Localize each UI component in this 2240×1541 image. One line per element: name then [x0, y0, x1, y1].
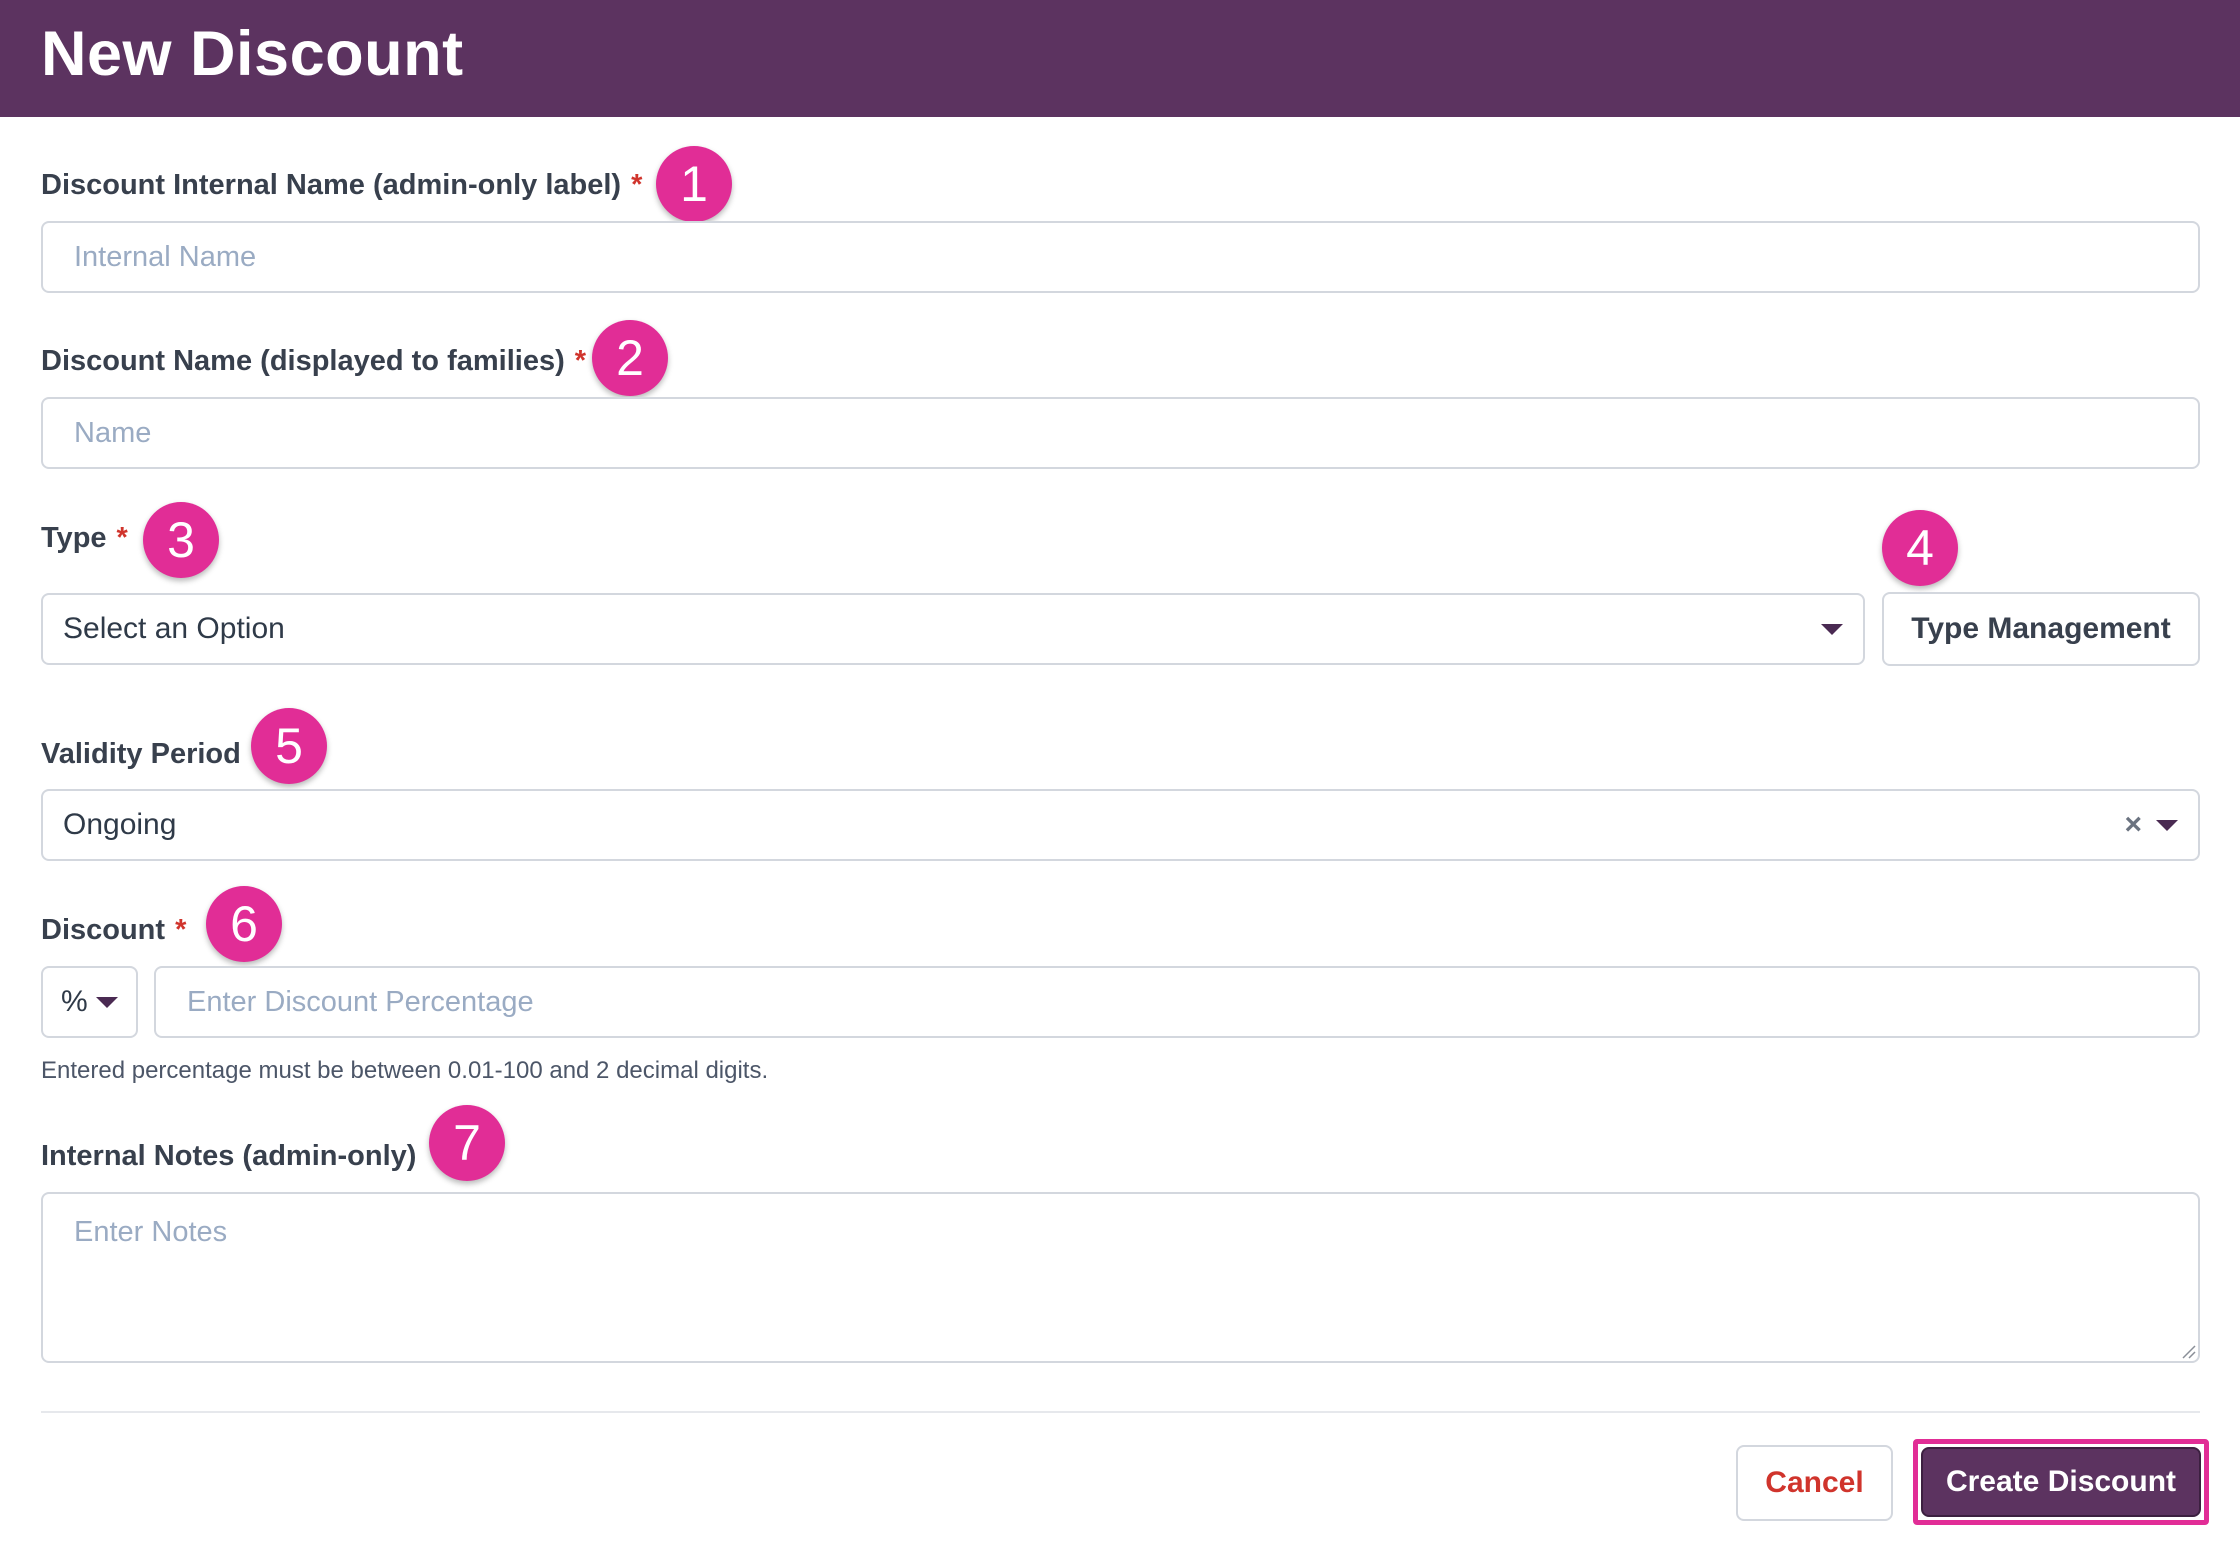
discount-label-text: Discount	[41, 914, 166, 946]
discount-unit-select[interactable]: %	[41, 966, 138, 1038]
internal-name-label-text: Discount Internal Name (admin-only label…	[41, 169, 622, 201]
required-asterisk: *	[175, 914, 187, 946]
internal-notes-textarea[interactable]	[41, 1192, 2200, 1363]
type-select-value: Select an Option	[63, 612, 285, 645]
page-title: New Discount	[41, 19, 464, 89]
chevron-down-icon	[1821, 623, 1843, 635]
internal-name-label: Discount Internal Name (admin-only label…	[41, 169, 642, 202]
step-badge-2: 2	[592, 320, 668, 396]
validity-period-label: Validity Period	[41, 738, 241, 770]
type-select[interactable]: Select an Option	[41, 593, 1865, 665]
footer-divider	[41, 1411, 2200, 1413]
type-management-button[interactable]: Type Management	[1882, 592, 2200, 666]
create-discount-button[interactable]: Create Discount	[1921, 1447, 2201, 1517]
internal-name-input[interactable]	[41, 221, 2200, 293]
type-label-text: Type	[41, 522, 107, 554]
cancel-button[interactable]: Cancel	[1736, 1445, 1893, 1521]
type-label: Type *	[41, 522, 128, 555]
required-asterisk: *	[631, 169, 643, 201]
required-asterisk: *	[116, 522, 128, 554]
required-asterisk: *	[574, 345, 587, 377]
discount-name-input[interactable]	[41, 397, 2200, 469]
page-header: New Discount	[0, 0, 2240, 117]
validity-period-select[interactable]: Ongoing ×	[41, 789, 2200, 861]
chevron-down-icon	[96, 996, 118, 1008]
step-badge-7: 7	[429, 1105, 505, 1181]
clear-icon[interactable]: ×	[2124, 808, 2142, 842]
step-badge-1: 1	[656, 146, 732, 222]
discount-percentage-input[interactable]	[154, 966, 2200, 1038]
chevron-down-icon	[2156, 819, 2178, 831]
step-badge-4: 4	[1882, 510, 1958, 586]
step-badge-6: 6	[206, 886, 282, 962]
discount-hint-text: Entered percentage must be between 0.01-…	[41, 1057, 769, 1084]
validity-period-value: Ongoing	[63, 808, 177, 841]
step-badge-3: 3	[143, 502, 219, 578]
discount-name-label: Discount Name (displayed to families) *	[41, 345, 586, 378]
discount-label: Discount *	[41, 914, 186, 947]
internal-notes-label: Internal Notes (admin-only)	[41, 1140, 417, 1172]
step-badge-5: 5	[251, 708, 327, 784]
discount-name-label-text: Discount Name (displayed to families)	[41, 345, 565, 377]
resize-handle-icon[interactable]	[2180, 1343, 2196, 1359]
discount-unit-value: %	[61, 985, 88, 1018]
